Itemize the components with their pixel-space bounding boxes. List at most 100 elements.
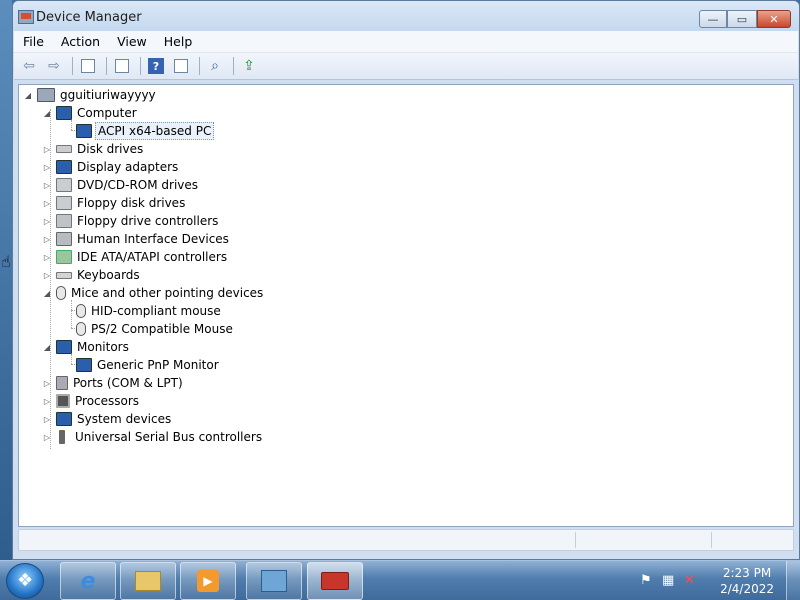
tree-item-label: Floppy disk drives [77,196,186,210]
expand-icon[interactable]: ▷ [42,379,52,388]
monitor-icon [56,340,72,354]
media-player-icon[interactable]: ▶ [180,562,236,600]
collapse-icon[interactable]: ◢ [42,109,52,118]
device-tree[interactable]: ◢ gguitiuriwayyyy ◢ Computer ACPI x64-ba… [18,84,794,527]
control-panel-icon[interactable] [246,562,302,600]
mouse-icon [56,286,66,300]
forward-icon[interactable]: ⇨ [43,56,65,76]
device-manager-window: Device Manager — ▭ ✕ File Action View He… [12,0,800,560]
menu-help[interactable]: Help [164,34,202,49]
tree-item-label: Monitors [77,340,129,354]
collapse-icon[interactable]: ◢ [42,343,52,352]
tree-item-floppy-drives[interactable]: ▷ Floppy disk drives [42,194,187,212]
title-bar[interactable]: Device Manager — ▭ ✕ [13,1,799,31]
clock[interactable]: 2:23 PM 2/4/2022 [720,565,774,597]
tree-item-label: Floppy drive controllers [77,214,219,228]
port-icon [56,376,68,390]
tree-item-computer[interactable]: ◢ Computer [42,104,139,122]
tree-child-acpi[interactable]: ACPI x64-based PC [62,122,215,140]
properties-icon[interactable] [111,56,133,76]
tree-item-label: DVD/CD-ROM drives [77,178,199,192]
tree-item-mice[interactable]: ◢ Mice and other pointing devices [42,284,265,302]
computer-icon [56,106,72,120]
tree-item-ports[interactable]: ▷ Ports (COM & LPT) [42,374,185,392]
tree-item-usb[interactable]: ▷ Universal Serial Bus controllers [42,428,264,446]
tree-item-disk-drives[interactable]: ▷ Disk drives [42,140,145,158]
tree-child-ps2-mouse[interactable]: PS/2 Compatible Mouse [62,320,235,338]
toolbar: ⇦ ⇨ ? ⌕ ⇪ [14,53,798,80]
expand-icon[interactable]: ▷ [42,397,52,406]
tree-item-ide[interactable]: ▷ IDE ATA/ATAPI controllers [42,248,229,266]
minimize-button[interactable]: — [699,10,727,28]
expand-icon[interactable]: ▷ [42,253,52,262]
expand-icon[interactable]: ▷ [42,433,52,442]
clock-date: 2/4/2022 [720,582,774,596]
mouse-icon [76,304,86,318]
system-device-icon [56,412,72,426]
expand-icon[interactable]: ▷ [42,415,52,424]
tree-child-hid-mouse[interactable]: HID-compliant mouse [62,302,223,320]
volume-muted-icon[interactable]: ✕ [684,573,700,589]
tree-item-label: Generic PnP Monitor [97,358,219,372]
tree-item-processors[interactable]: ▷ Processors [42,392,141,410]
maximize-button[interactable]: ▭ [727,10,757,28]
show-desktop-button[interactable] [786,561,800,600]
menu-view[interactable]: View [117,34,156,49]
window-title: Device Manager [36,10,142,25]
tree-root[interactable]: ◢ gguitiuriwayyyy [23,86,158,104]
tree-item-floppy-controllers[interactable]: ▷ Floppy drive controllers [42,212,220,230]
floppy-controller-icon [56,214,72,228]
show-action-pane-icon[interactable] [170,56,192,76]
tree-item-hid[interactable]: ▷ Human Interface Devices [42,230,231,248]
tree-item-label: Mice and other pointing devices [71,286,264,300]
tree-item-label: Universal Serial Bus controllers [75,430,263,444]
toolbox-icon[interactable] [307,562,363,600]
start-button[interactable] [6,563,44,599]
show-hide-console-tree-icon[interactable] [77,56,99,76]
disk-drive-icon [56,145,72,153]
status-divider [711,532,712,548]
menu-file[interactable]: File [23,34,53,49]
tree-item-label: Human Interface Devices [77,232,229,246]
network-icon[interactable]: ▦ [662,573,678,589]
action-center-flag-icon[interactable]: ⚑ [640,573,656,589]
usb-icon [59,430,65,444]
expand-icon[interactable]: ▷ [42,235,52,244]
internet-explorer-icon[interactable]: e [60,562,116,600]
close-button[interactable]: ✕ [757,10,791,28]
expand-icon[interactable]: ▷ [42,145,52,154]
tree-root-label: gguitiuriwayyyy [60,88,156,102]
expand-icon[interactable]: ▷ [42,199,52,208]
menu-bar: File Action View Help [14,31,798,53]
desktop-background [0,0,12,560]
collapse-icon[interactable]: ◢ [23,91,33,100]
expand-icon[interactable]: ▷ [42,163,52,172]
menu-action[interactable]: Action [61,34,109,49]
status-divider [575,532,576,548]
toolbar-separator [140,57,141,75]
tree-item-monitors[interactable]: ◢ Monitors [42,338,131,356]
device-manager-icon [18,10,34,24]
tree-item-display-adapters[interactable]: ▷ Display adapters [42,158,180,176]
processor-icon [56,394,70,408]
tree-item-system-devices[interactable]: ▷ System devices [42,410,173,428]
taskbar: e ▶ ⚑ ▦ ✕ 2:23 PM 2/4/2022 [0,560,800,600]
expand-icon[interactable]: ▷ [42,271,52,280]
tree-item-label: Display adapters [77,160,179,174]
mouse-icon [76,322,86,336]
update-driver-icon[interactable]: ⇪ [238,56,260,76]
windows-explorer-icon[interactable] [120,562,176,600]
tree-item-dvd-drives[interactable]: ▷ DVD/CD-ROM drives [42,176,200,194]
collapse-icon[interactable]: ◢ [42,289,52,298]
tree-item-keyboards[interactable]: ▷ Keyboards [42,266,142,284]
tree-item-label: Processors [75,394,140,408]
expand-icon[interactable]: ▷ [42,217,52,226]
back-icon[interactable]: ⇦ [18,56,40,76]
help-icon[interactable]: ? [145,56,167,76]
scan-hardware-icon[interactable]: ⌕ [204,56,226,76]
status-bar [18,529,794,551]
expand-icon[interactable]: ▷ [42,181,52,190]
toolbar-separator [233,57,234,75]
tree-child-generic-monitor[interactable]: Generic PnP Monitor [62,356,221,374]
window-controls: — ▭ ✕ [699,10,791,28]
